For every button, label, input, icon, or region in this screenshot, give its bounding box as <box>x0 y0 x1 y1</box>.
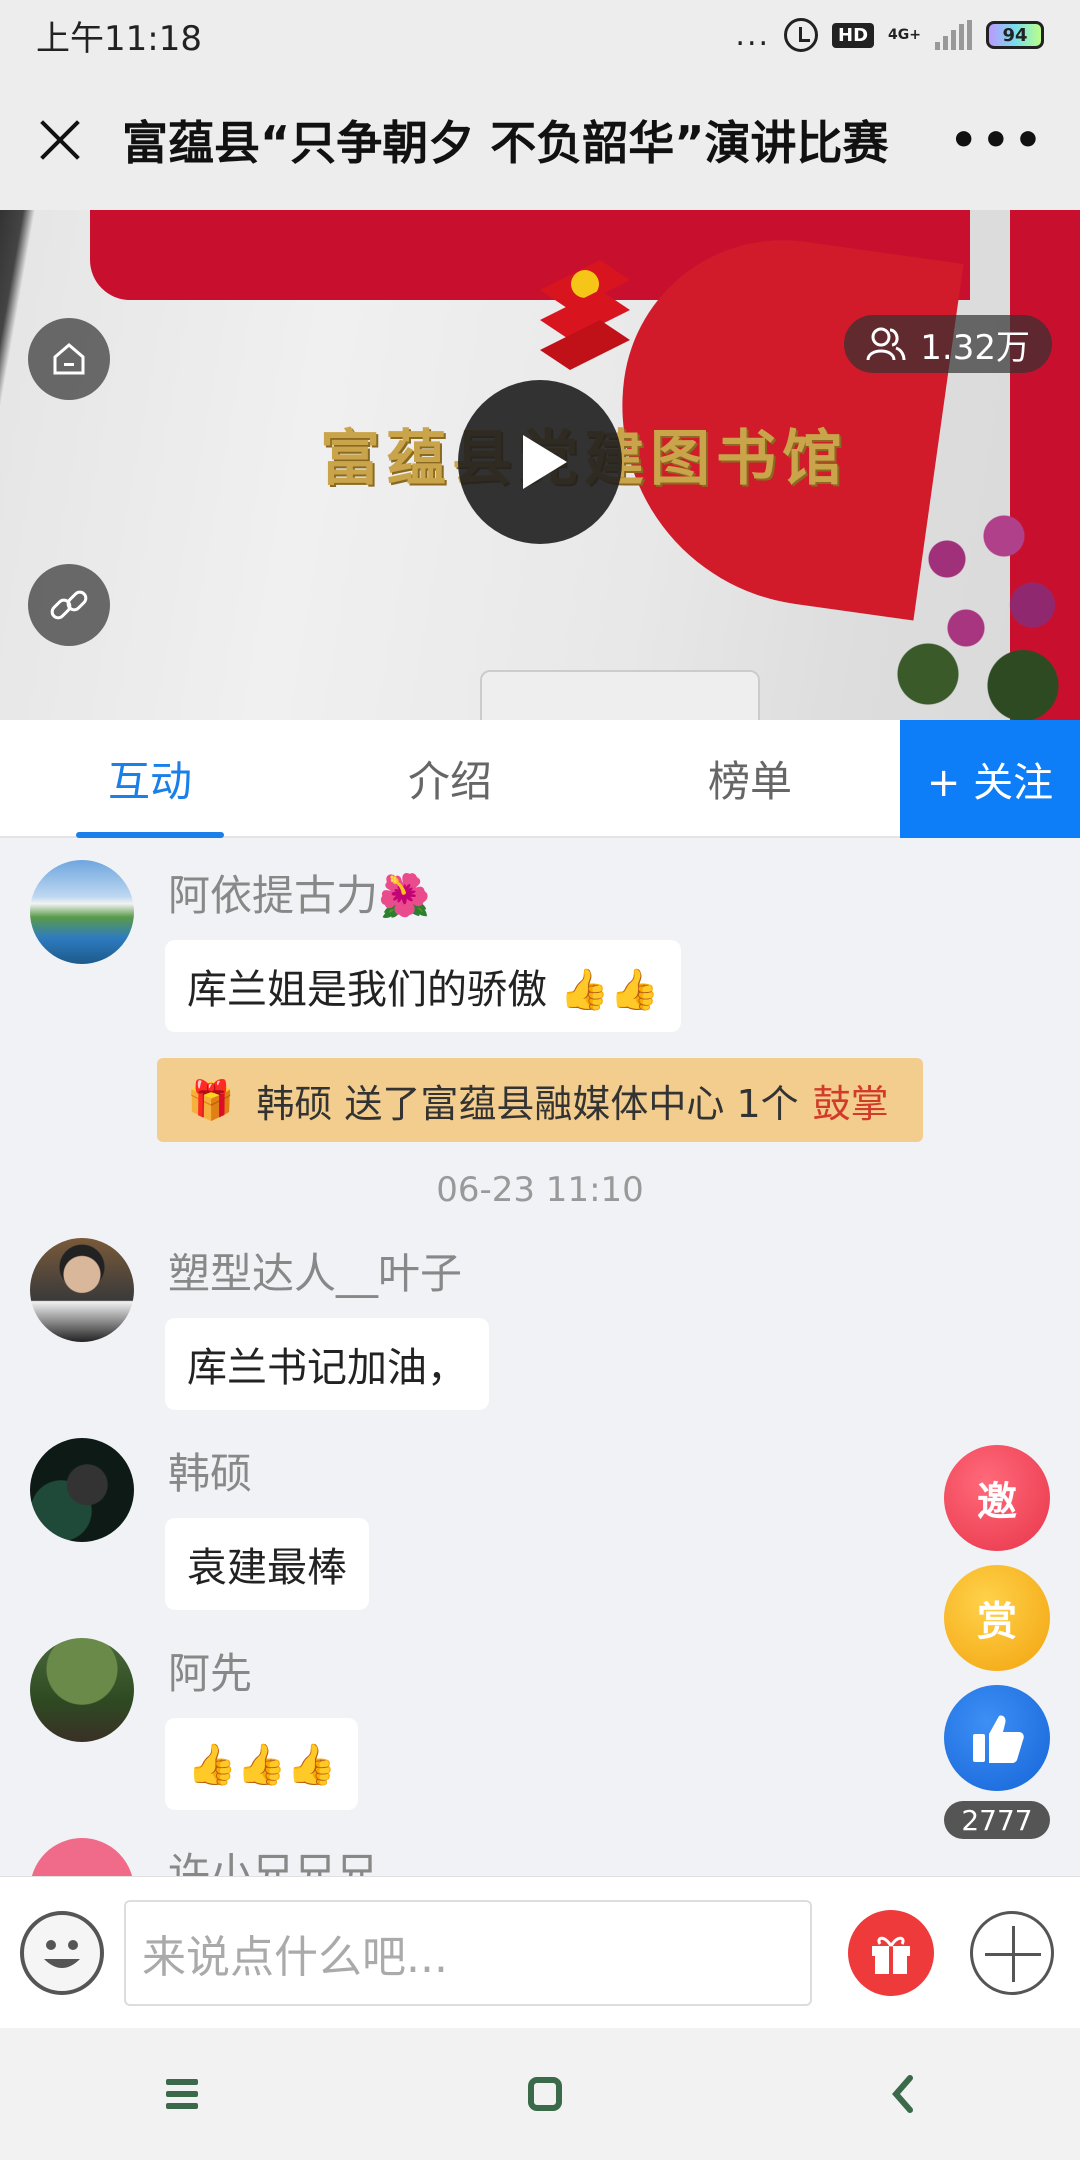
username: 许小兄兄兄 <box>168 1849 379 1876</box>
flowers-decor <box>890 490 1080 720</box>
comment-input[interactable]: 来说点什么吧... <box>124 1899 812 2006</box>
home-icon[interactable] <box>28 318 110 400</box>
avatar[interactable] <box>30 1838 134 1876</box>
tab-bar: 互动 介绍 榜单 + 关注 <box>0 720 1080 838</box>
tab-ranking[interactable]: 榜单 <box>600 720 900 836</box>
tab-interaction[interactable]: 互动 <box>0 720 300 838</box>
username: 阿依提古力🌺 <box>168 871 431 920</box>
gift-box-icon: 🎁 <box>187 1077 235 1122</box>
back-icon[interactable] <box>888 2074 918 2114</box>
avatar[interactable] <box>30 1638 134 1742</box>
system-nav-bar <box>0 2028 1080 2160</box>
avatar[interactable] <box>30 860 134 964</box>
message-bubble: 库兰姐是我们的骄傲 👍👍 <box>165 940 682 1032</box>
gift-button[interactable] <box>848 1909 934 1996</box>
avatar[interactable] <box>30 1438 134 1542</box>
thumbs-up-icon <box>973 1715 1024 1763</box>
video-player[interactable]: 富蕴县党建图书馆 1.32万 <box>0 210 1080 720</box>
home-nav-icon[interactable] <box>525 2074 565 2114</box>
viewers-icon <box>866 327 906 361</box>
viewer-count-badge: 1.32万 <box>844 315 1052 373</box>
notification-dots-icon: ... <box>735 17 771 53</box>
reward-button[interactable]: 赏 <box>944 1565 1050 1671</box>
username: 塑型达人__叶子 <box>168 1249 463 1298</box>
emoji-icon[interactable] <box>20 1910 104 1995</box>
invite-label: 邀 <box>977 1479 1017 1525</box>
message-bubble: 袁建最棒 <box>165 1518 369 1610</box>
reward-label: 赏 <box>977 1599 1017 1645</box>
avatar[interactable] <box>30 1238 134 1342</box>
invite-button[interactable]: 邀 <box>944 1445 1050 1551</box>
page-title: 富蕴县“只争朝夕 不负韶华”演讲比赛 <box>122 116 889 170</box>
page-header: 富蕴县“只争朝夕 不负韶华”演讲比赛 ••• <box>0 70 1080 210</box>
viewer-count: 1.32万 <box>920 327 1030 368</box>
username: 韩硕 <box>168 1449 253 1498</box>
follow-button[interactable]: + 关注 <box>900 720 1080 838</box>
video-background-decor <box>480 670 760 720</box>
status-bar: 上午11:18 ... HD 4G+ 94 <box>0 0 1080 70</box>
menu-icon[interactable] <box>162 2077 202 2111</box>
username: 阿先 <box>168 1649 253 1698</box>
gift-notice: 🎁 韩硕 送了富蕴县融媒体中心 1个 鼓掌 <box>157 1058 923 1142</box>
add-icon[interactable] <box>970 1910 1054 1995</box>
signal-icon <box>935 20 972 50</box>
alarm-icon <box>784 18 819 52</box>
chat-list[interactable]: 阿依提古力🌺 库兰姐是我们的骄傲 👍👍 🎁 韩硕 送了富蕴县融媒体中心 1个 鼓… <box>0 838 1080 1876</box>
gift-icon <box>872 1936 910 1974</box>
party-emblem-icon <box>540 260 630 370</box>
status-icons: ... HD 4G+ 94 <box>735 18 1044 53</box>
like-button[interactable] <box>944 1685 1050 1791</box>
play-icon <box>523 435 567 489</box>
more-icon[interactable]: ••• <box>950 115 1046 166</box>
comment-input-bar: 来说点什么吧... <box>0 1876 1080 2028</box>
status-time: 上午11:18 <box>36 18 202 59</box>
network-type: 4G+ <box>888 27 921 43</box>
gift-notice-text: 韩硕 送了富蕴县融媒体中心 1个 <box>256 1081 799 1126</box>
gift-name: 鼓掌 <box>812 1081 889 1126</box>
battery-icon: 94 <box>986 21 1044 49</box>
like-count: 2777 <box>944 1801 1050 1839</box>
chat-timestamp: 06-23 11:10 <box>436 1170 644 1210</box>
close-icon[interactable] <box>34 114 86 166</box>
hd-icon: HD <box>832 22 875 48</box>
message-bubble: 👍👍👍 <box>165 1718 359 1810</box>
tab-intro[interactable]: 介绍 <box>300 720 600 836</box>
play-button[interactable] <box>458 380 622 544</box>
link-icon[interactable] <box>28 564 110 646</box>
message-bubble: 库兰书记加油， <box>165 1318 489 1410</box>
